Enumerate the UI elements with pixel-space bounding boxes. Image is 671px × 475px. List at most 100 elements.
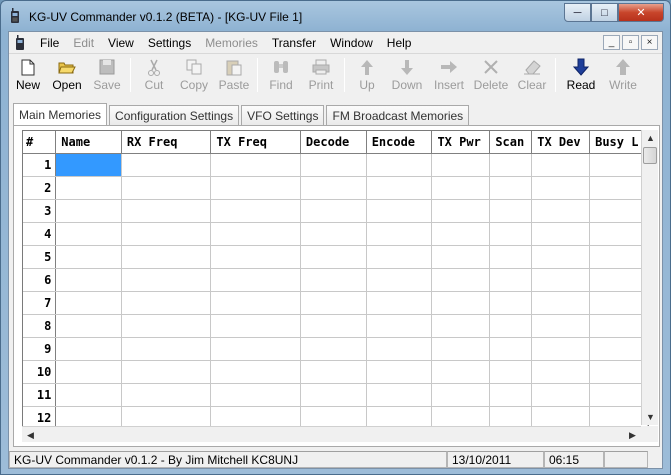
grid-cell[interactable]: [300, 199, 367, 223]
grid-cell[interactable]: [431, 383, 491, 407]
grid-cell[interactable]: [531, 245, 591, 269]
grid-cell[interactable]: [589, 291, 648, 315]
row-number[interactable]: 3: [23, 199, 57, 223]
grid-cell[interactable]: [531, 222, 591, 246]
tab-main-memories[interactable]: Main Memories: [13, 103, 108, 126]
read-button[interactable]: Read: [559, 55, 603, 95]
find-button[interactable]: Find: [261, 55, 301, 95]
scroll-up-arrow-icon[interactable]: ▲: [642, 130, 659, 146]
grid-cell[interactable]: [589, 222, 648, 246]
grid-cell[interactable]: [210, 314, 301, 338]
grid-cell[interactable]: [489, 245, 533, 269]
grid-cell[interactable]: [589, 314, 648, 338]
menu-view[interactable]: View: [101, 36, 141, 50]
grid-cell[interactable]: [300, 176, 367, 200]
grid-cell[interactable]: [210, 153, 301, 177]
grid-cell[interactable]: [489, 337, 533, 361]
grid-cell[interactable]: [431, 337, 491, 361]
grid-cell[interactable]: [489, 176, 533, 200]
grid-cell[interactable]: [121, 360, 212, 384]
grid-cell[interactable]: [589, 360, 648, 384]
grid-cell[interactable]: [489, 314, 533, 338]
grid-cell[interactable]: [210, 291, 301, 315]
row-number[interactable]: 7: [23, 291, 57, 315]
table-row[interactable]: 9: [23, 337, 648, 361]
grid-cell[interactable]: [210, 245, 301, 269]
open-button[interactable]: Open: [47, 55, 87, 95]
window-maximize-button[interactable]: □: [591, 3, 618, 22]
horizontal-scrollbar[interactable]: ◀ ▶: [22, 426, 641, 442]
grid-cell[interactable]: [300, 153, 367, 177]
down-button[interactable]: Down: [386, 55, 428, 95]
grid-cell[interactable]: [431, 360, 491, 384]
grid-cell[interactable]: [300, 360, 367, 384]
up-button[interactable]: Up: [348, 55, 386, 95]
insert-button[interactable]: Insert: [428, 55, 470, 95]
print-button[interactable]: Print: [301, 55, 341, 95]
column-header[interactable]: TX Pwr: [431, 131, 491, 154]
row-number[interactable]: 6: [23, 268, 57, 292]
grid-cell[interactable]: [300, 222, 367, 246]
column-header[interactable]: #: [23, 131, 57, 154]
grid-cell[interactable]: [531, 360, 591, 384]
grid-cell[interactable]: [300, 383, 367, 407]
scroll-left-arrow-icon[interactable]: ◀: [22, 427, 39, 443]
grid-cell[interactable]: [210, 337, 301, 361]
cut-button[interactable]: Cut: [134, 55, 174, 95]
grid-cell[interactable]: [431, 268, 491, 292]
grid-cell[interactable]: [210, 268, 301, 292]
grid-cell[interactable]: [431, 245, 491, 269]
new-button[interactable]: New: [9, 55, 47, 95]
copy-button[interactable]: Copy: [174, 55, 214, 95]
grid-cell[interactable]: [489, 383, 533, 407]
grid-cell[interactable]: [366, 383, 433, 407]
vertical-scroll-thumb[interactable]: [643, 147, 657, 164]
grid-cell[interactable]: [121, 153, 212, 177]
grid-cell[interactable]: [531, 383, 591, 407]
grid-cell[interactable]: [55, 360, 122, 384]
grid-cell[interactable]: [589, 199, 648, 223]
grid-cell[interactable]: [121, 314, 212, 338]
vertical-scrollbar[interactable]: ▲ ▼: [641, 130, 658, 425]
column-header[interactable]: Busy L: [589, 131, 648, 154]
row-number[interactable]: 5: [23, 245, 57, 269]
grid-cell[interactable]: [210, 199, 301, 223]
grid-cell[interactable]: [431, 199, 491, 223]
table-row[interactable]: 3: [23, 199, 648, 223]
grid-cell[interactable]: [55, 153, 122, 177]
grid-cell[interactable]: [366, 153, 433, 177]
menu-window[interactable]: Window: [323, 36, 380, 50]
grid-cell[interactable]: [589, 245, 648, 269]
grid-cell[interactable]: [121, 199, 212, 223]
row-number[interactable]: 10: [23, 360, 57, 384]
row-number[interactable]: 11: [23, 383, 57, 407]
grid-cell[interactable]: [366, 314, 433, 338]
menu-transfer[interactable]: Transfer: [265, 36, 323, 50]
tab-fm-broadcast-memories[interactable]: FM Broadcast Memories: [326, 105, 470, 126]
grid-cell[interactable]: [366, 245, 433, 269]
grid-cell[interactable]: [55, 383, 122, 407]
grid-cell[interactable]: [489, 291, 533, 315]
resize-grip-icon[interactable]: [648, 451, 662, 468]
memories-grid[interactable]: # Name RX Freq TX Freq Decode Encode TX Pwr Sca…: [22, 130, 649, 441]
table-row[interactable]: 10: [23, 360, 648, 384]
column-header[interactable]: Decode: [300, 131, 367, 154]
grid-cell[interactable]: [210, 176, 301, 200]
grid-cell[interactable]: [55, 314, 122, 338]
menu-settings[interactable]: Settings: [141, 36, 198, 50]
grid-cell[interactable]: [489, 153, 533, 177]
grid-cell[interactable]: [210, 360, 301, 384]
grid-cell[interactable]: [531, 337, 591, 361]
grid-cell[interactable]: [300, 245, 367, 269]
row-number[interactable]: 1: [23, 153, 57, 177]
row-number[interactable]: 8: [23, 314, 57, 338]
column-header[interactable]: Encode: [366, 131, 433, 154]
grid-cell[interactable]: [589, 176, 648, 200]
menu-help[interactable]: Help: [380, 36, 419, 50]
scroll-down-arrow-icon[interactable]: ▼: [642, 409, 659, 425]
grid-cell[interactable]: [431, 222, 491, 246]
column-header[interactable]: Name: [55, 131, 122, 154]
grid-cell[interactable]: [531, 199, 591, 223]
grid-cell[interactable]: [431, 291, 491, 315]
grid-cell[interactable]: [531, 176, 591, 200]
